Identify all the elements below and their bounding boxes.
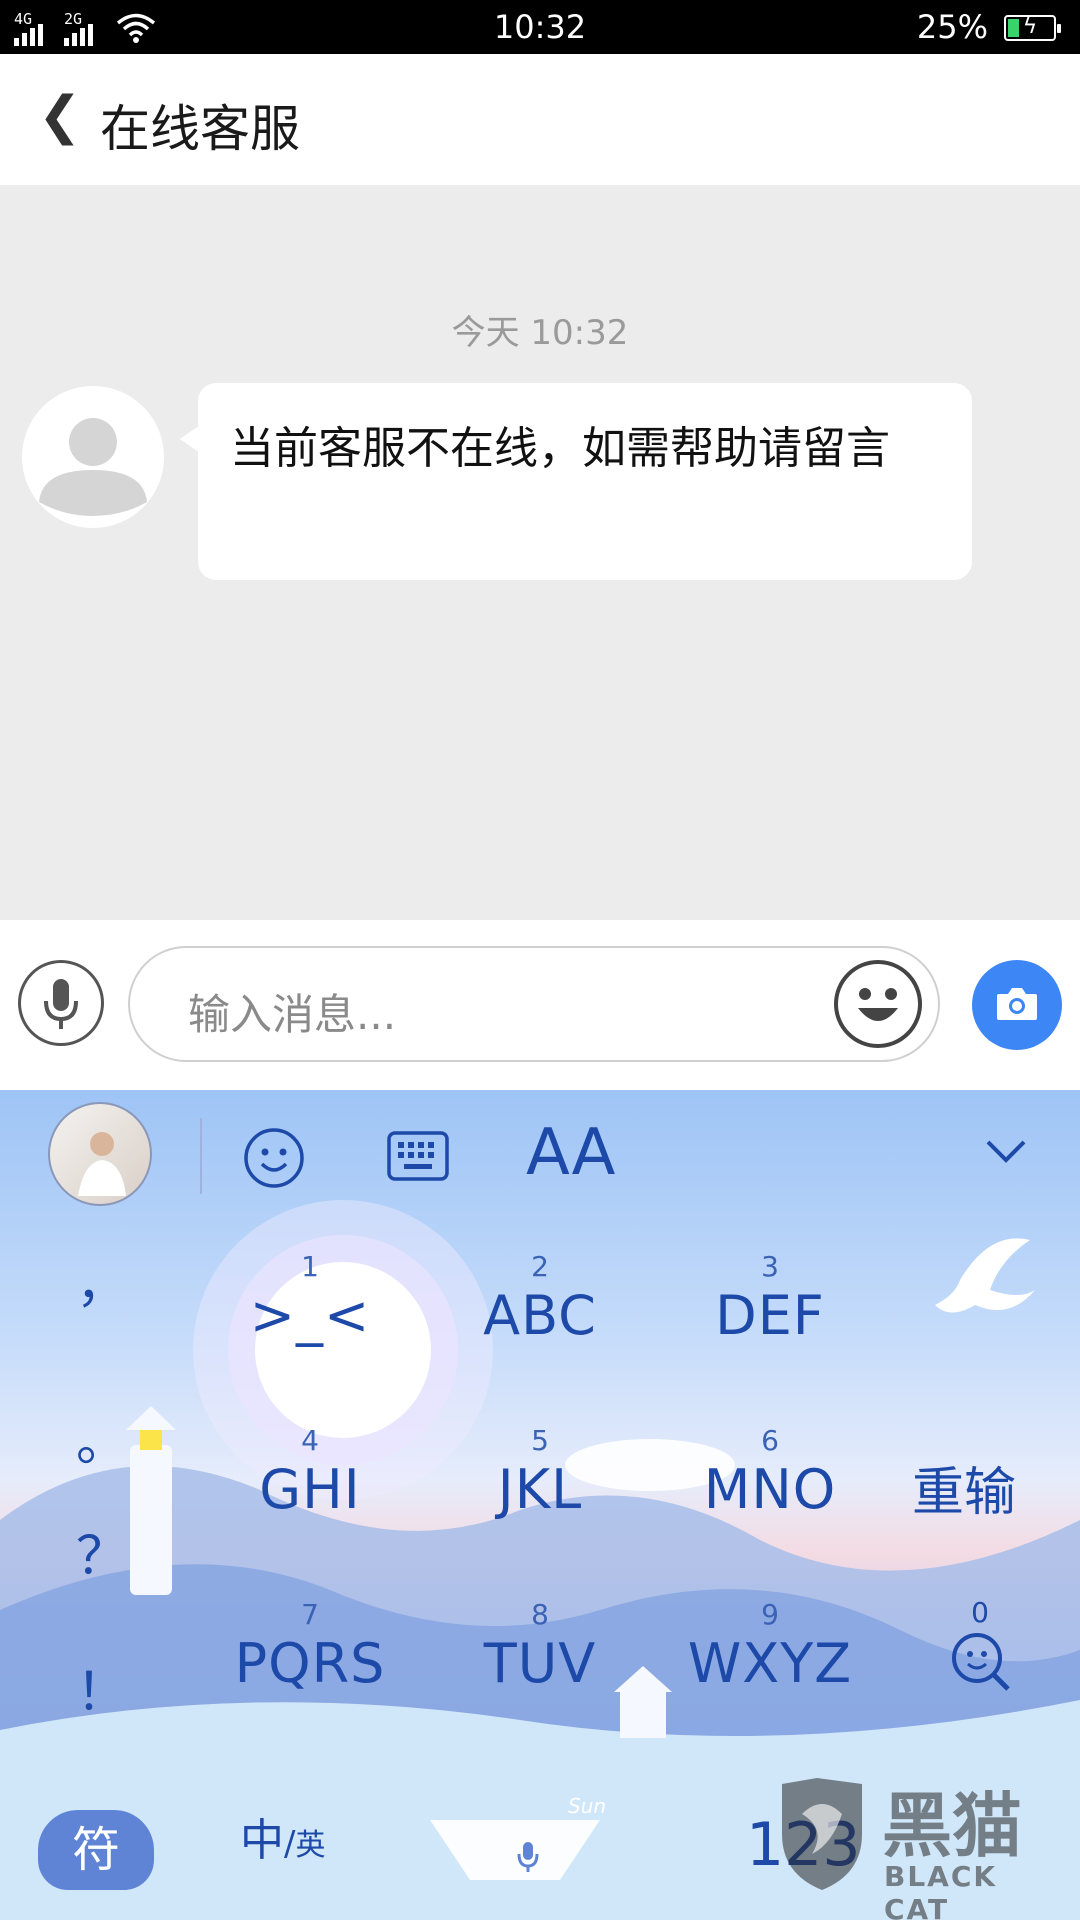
emoticon-search-icon xyxy=(952,1633,1010,1691)
reenter-key[interactable]: 重输 xyxy=(912,1450,1016,1525)
keyboard: AA ， 。 ？ ！ 1 >_< 2 ABC 3 DEF 4 GHI 5 JKL 6 MNO… xyxy=(0,1090,1080,1920)
key-9[interactable]: 9 WXYZ xyxy=(670,1598,870,1695)
user-avatar[interactable] xyxy=(48,1102,152,1206)
page-title: 在线客服 xyxy=(100,100,300,158)
collapse-keyboard-icon[interactable] xyxy=(984,1138,1028,1166)
chat-timestamp: 今天 10:32 xyxy=(451,313,629,353)
message-bubble: 当前客服不在线，如需帮助请留言 xyxy=(180,383,972,580)
battery-percentage: 25% xyxy=(916,8,988,46)
default-avatar-icon xyxy=(22,386,164,528)
punct-comma-key[interactable]: ， xyxy=(62,1242,142,1317)
toolbar-divider xyxy=(200,1118,202,1194)
message-placeholder: 输入消息... xyxy=(188,990,397,1039)
watermark: 黑猫 BLACK CAT xyxy=(772,1764,1072,1920)
message-input[interactable]: 输入消息... xyxy=(128,946,940,1062)
black-cat-logo xyxy=(782,1778,862,1890)
symbols-key[interactable]: 符 xyxy=(38,1810,154,1890)
key-5[interactable]: 5 JKL xyxy=(440,1424,640,1521)
microphone-icon xyxy=(44,979,78,1029)
app-header: ❮ 在线客服 xyxy=(0,54,1080,185)
punct-exclaim-key[interactable]: ！ xyxy=(62,1650,142,1725)
emoji-button[interactable] xyxy=(834,960,922,1048)
key-0[interactable]: 0 xyxy=(920,1596,1040,1697)
key-4[interactable]: 4 GHI xyxy=(210,1424,410,1521)
key-3[interactable]: 3 DEF xyxy=(670,1250,870,1347)
back-button[interactable]: ❮ xyxy=(38,86,88,146)
battery-icon: ϟ xyxy=(1004,14,1061,41)
key-6[interactable]: 6 MNO xyxy=(670,1424,870,1521)
punct-question-key[interactable]: ？ xyxy=(62,1514,142,1589)
space-mic-icon xyxy=(517,1842,539,1872)
smiley-icon xyxy=(858,988,898,1021)
font-style-button[interactable]: AA xyxy=(526,1116,615,1190)
charging-icon: ϟ xyxy=(1022,14,1038,39)
space-key[interactable]: Sun xyxy=(430,1790,630,1900)
keyboard-switch-icon[interactable] xyxy=(386,1130,450,1182)
emoji-panel-icon[interactable] xyxy=(242,1126,306,1190)
watermark-zh: 黑猫 xyxy=(882,1785,1022,1867)
message-text: 当前客服不在线，如需帮助请留言 xyxy=(230,423,890,474)
key-7[interactable]: 7 PQRS xyxy=(210,1598,410,1695)
status-bar: 4G 2G 10:32 25% ϟ xyxy=(0,0,1080,54)
key-0-number: 0 xyxy=(971,1596,989,1629)
voice-button[interactable] xyxy=(18,960,104,1046)
key-8[interactable]: 8 TUV xyxy=(440,1598,640,1695)
lang-separator: / xyxy=(284,1824,296,1864)
camera-icon xyxy=(997,988,1037,1020)
language-switch-key[interactable]: 中/英 xyxy=(240,1804,325,1868)
input-bar: 输入消息... xyxy=(0,920,1080,1090)
agent-avatar xyxy=(22,386,164,528)
key-1[interactable]: 1 >_< xyxy=(220,1250,400,1347)
camera-button[interactable] xyxy=(972,960,1062,1050)
watermark-en: BLACK CAT xyxy=(884,1860,998,1920)
punct-period-key[interactable]: 。 xyxy=(62,1400,142,1475)
key-2[interactable]: 2 ABC xyxy=(440,1250,640,1347)
avatar-photo-icon xyxy=(78,1132,126,1196)
lang-en-label: 英 xyxy=(295,1828,326,1863)
lang-zh-label: 中 xyxy=(240,1815,284,1866)
space-theme-label: Sun xyxy=(568,1794,607,1818)
